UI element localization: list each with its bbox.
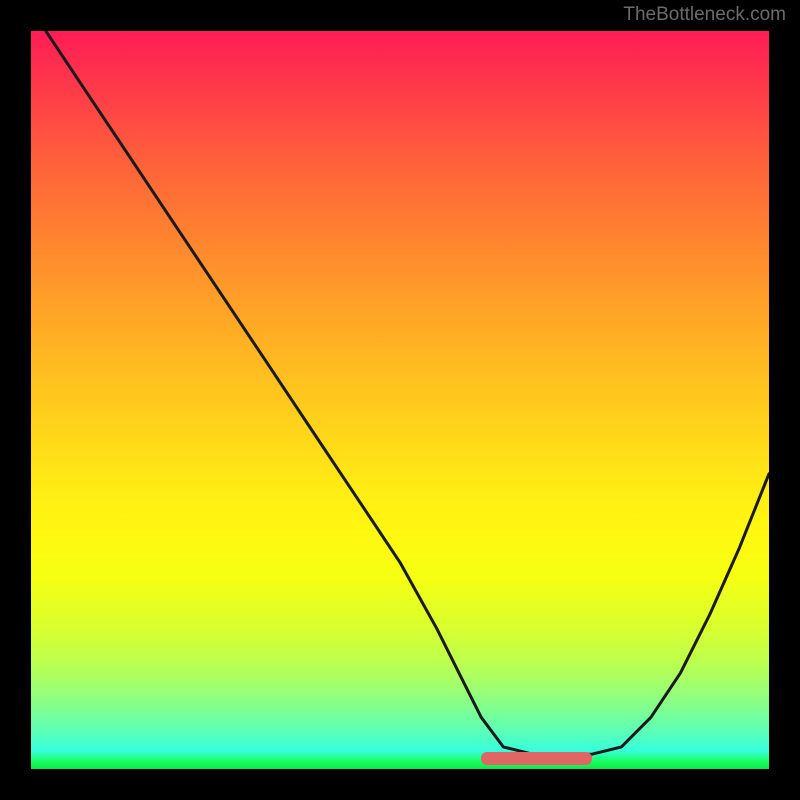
chart-plot-area [31, 31, 769, 769]
watermark: TheBottleneck.com [623, 4, 786, 26]
bottleneck-curve [46, 31, 769, 754]
chart-svg [31, 31, 769, 769]
valley-accent-bar [481, 752, 592, 765]
